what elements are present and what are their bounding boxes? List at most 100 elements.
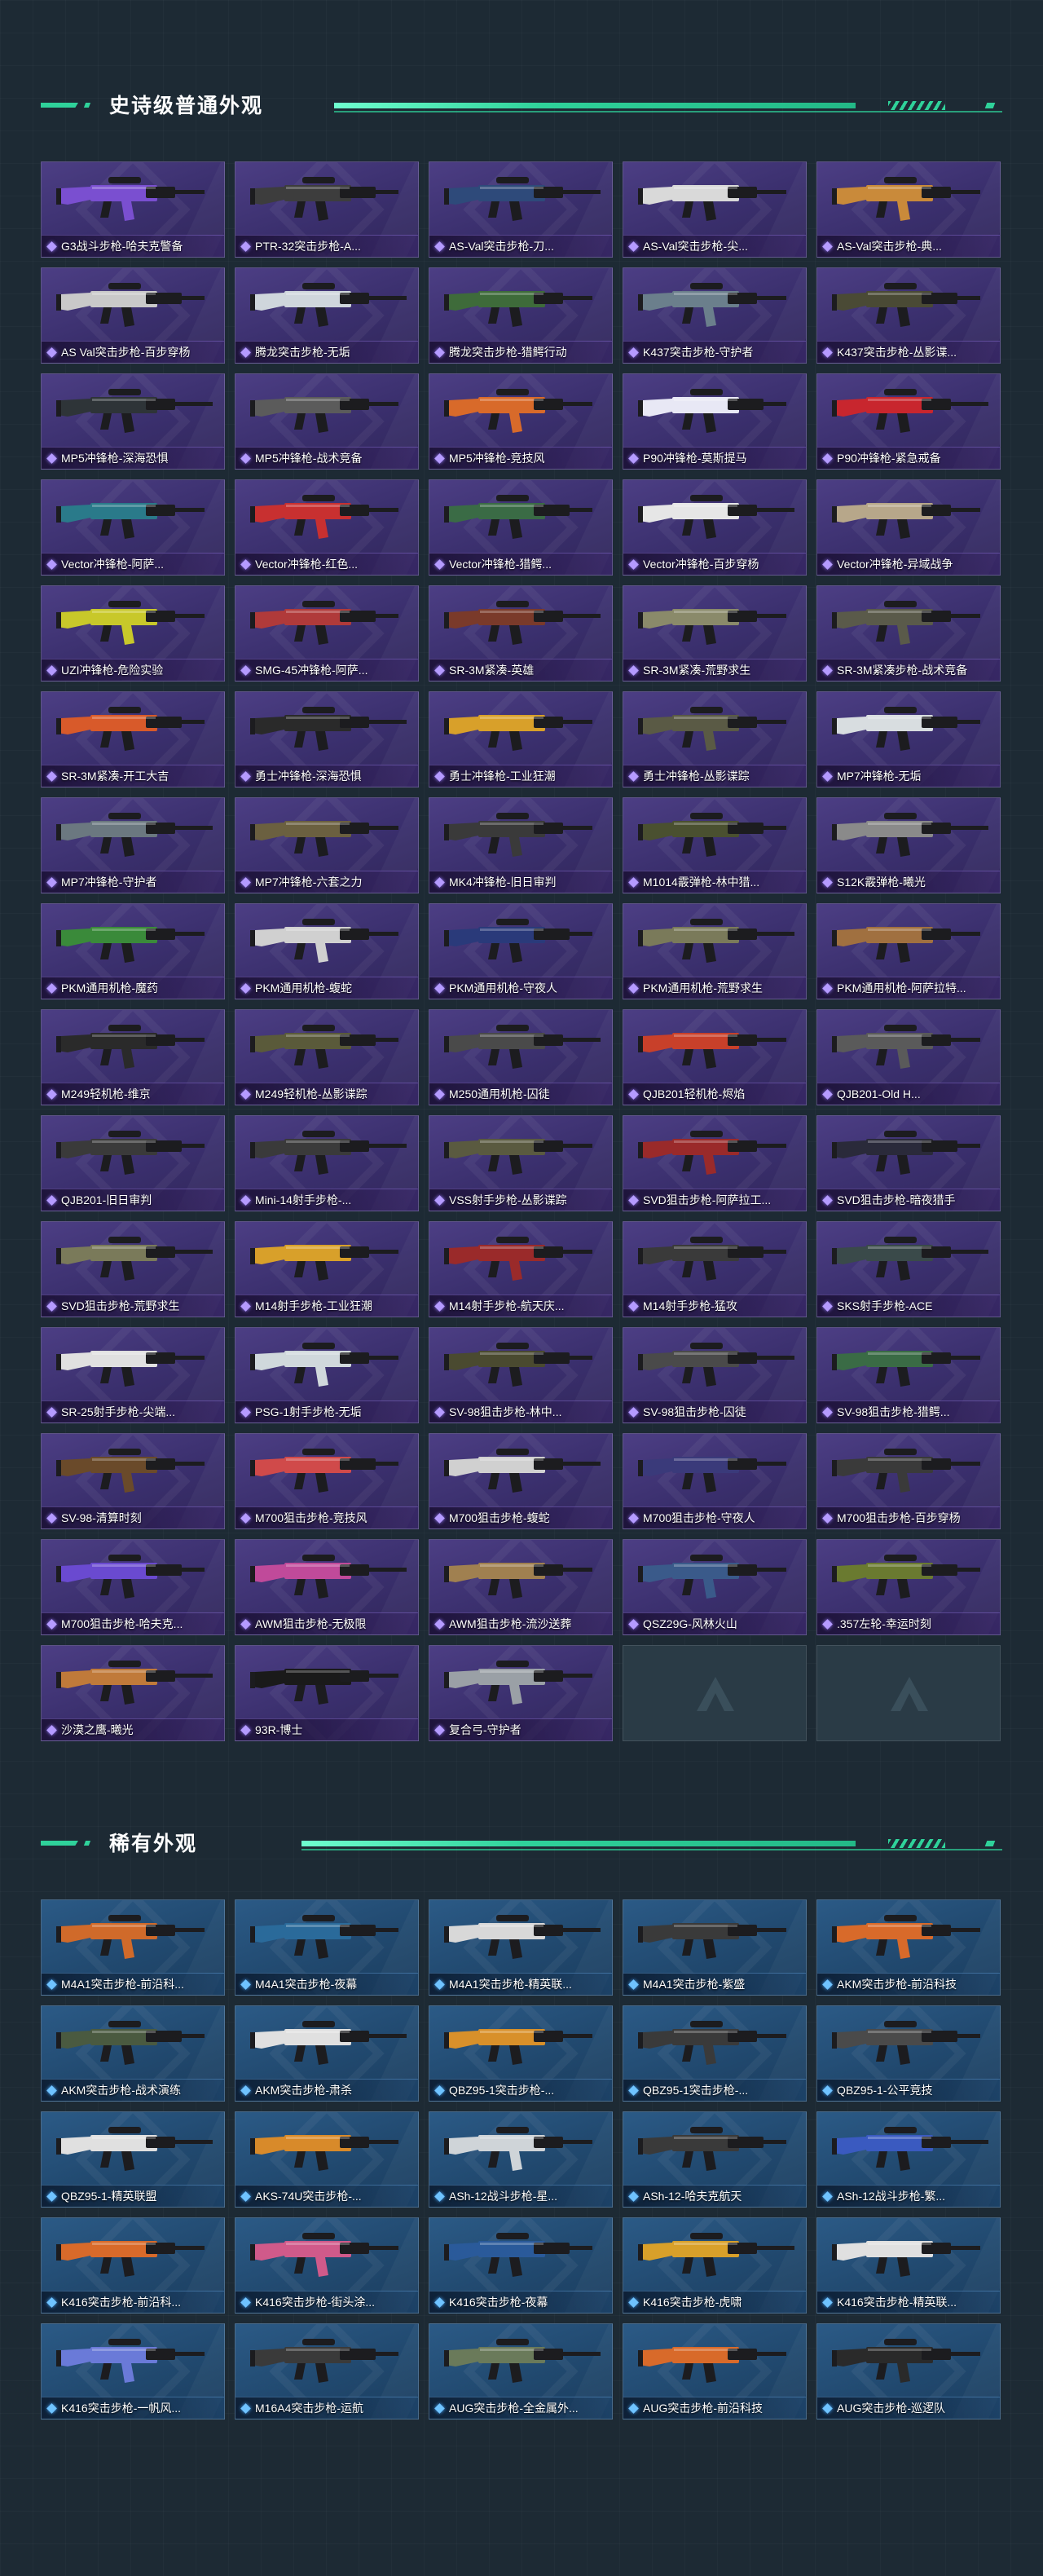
skin-card[interactable]: SV-98狙击步枪-囚徒 bbox=[623, 1327, 807, 1423]
header-stripes bbox=[888, 1839, 945, 1848]
skin-card[interactable]: P90冲锋枪-莫斯提马 bbox=[623, 373, 807, 470]
skin-card[interactable]: MP5冲锋枪-竞技风 bbox=[429, 373, 613, 470]
skin-card[interactable]: K416突击步枪-一帆风... bbox=[41, 2323, 225, 2419]
skin-card[interactable]: MK4冲锋枪-旧日审判 bbox=[429, 797, 613, 893]
skin-card[interactable]: AKM突击步枪-战术演练 bbox=[41, 2005, 225, 2102]
skin-card[interactable]: SR-3M紧凑-开工大吉 bbox=[41, 691, 225, 787]
skin-card[interactable]: Vector冲锋枪-猎鳄... bbox=[429, 479, 613, 576]
skin-card[interactable]: Vector冲锋枪-红色... bbox=[235, 479, 419, 576]
skin-card[interactable]: M700狙击步枪-竞技风 bbox=[235, 1433, 419, 1529]
skin-card[interactable]: M700狙击步枪-守夜人 bbox=[623, 1433, 807, 1529]
skin-card[interactable]: K416突击步枪-虎啸 bbox=[623, 2217, 807, 2314]
skin-card[interactable]: Vector冲锋枪-阿萨... bbox=[41, 479, 225, 576]
skin-card[interactable]: K416突击步枪-精英联... bbox=[816, 2217, 1001, 2314]
skin-card[interactable]: M249轻机枪-维京 bbox=[41, 1009, 225, 1105]
skin-card[interactable]: AWM狙击步枪-流沙送葬 bbox=[429, 1539, 613, 1635]
skin-card[interactable]: 腾龙突击步枪-无垢 bbox=[235, 267, 419, 364]
skin-card[interactable]: AUG突击步枪-全金属外... bbox=[429, 2323, 613, 2419]
skin-card[interactable]: M1014霰弹枪-林中猎... bbox=[623, 797, 807, 893]
skin-card[interactable]: SV-98狙击步枪-林中... bbox=[429, 1327, 613, 1423]
skin-card[interactable]: PKM通用机枪-魔药 bbox=[41, 903, 225, 999]
skin-card[interactable]: M4A1突击步枪-紫盛 bbox=[623, 1899, 807, 1996]
skin-card[interactable]: AS-Val突击步枪-典... bbox=[816, 161, 1001, 258]
skin-card[interactable]: QBZ95-1突击步枪-... bbox=[429, 2005, 613, 2102]
skin-card[interactable]: 93R-博士 bbox=[235, 1645, 419, 1741]
skin-card[interactable]: PTR-32突击步枪-A... bbox=[235, 161, 419, 258]
skin-card[interactable]: AS-Val突击步枪-尖... bbox=[623, 161, 807, 258]
skin-card[interactable]: ASh-12战斗步枪-繁... bbox=[816, 2111, 1001, 2208]
skin-card[interactable]: PSG-1射手步枪-无垢 bbox=[235, 1327, 419, 1423]
skin-card[interactable]: M14射手步枪-猛攻 bbox=[623, 1221, 807, 1317]
skin-card[interactable]: M14射手步枪-航天庆... bbox=[429, 1221, 613, 1317]
skin-card[interactable]: QJB201-Old H... bbox=[816, 1009, 1001, 1105]
weapon-image bbox=[250, 1025, 398, 1069]
skin-card[interactable]: AKS-74U突击步枪-... bbox=[235, 2111, 419, 2208]
skin-card[interactable]: .357左轮-幸运时刻 bbox=[816, 1539, 1001, 1635]
skin-card[interactable]: PKM通用机枪-蝮蛇 bbox=[235, 903, 419, 999]
skin-card[interactable]: SVD狙击步枪-阿萨拉工... bbox=[623, 1115, 807, 1211]
skin-card[interactable]: VSS射手步枪-丛影谍踪 bbox=[429, 1115, 613, 1211]
skin-card[interactable]: QJB201-旧日审判 bbox=[41, 1115, 225, 1211]
skin-card[interactable]: M700狙击步枪-蝮蛇 bbox=[429, 1433, 613, 1529]
skin-card[interactable]: AKM突击步枪-前沿科技 bbox=[816, 1899, 1001, 1996]
skin-card[interactable]: M700狙击步枪-哈夫克... bbox=[41, 1539, 225, 1635]
skin-card[interactable]: 腾龙突击步枪-猎鳄行动 bbox=[429, 267, 613, 364]
skin-card[interactable]: PKM通用机枪-荒野求生 bbox=[623, 903, 807, 999]
skin-card[interactable]: SVD狙击步枪-荒野求生 bbox=[41, 1221, 225, 1317]
skin-card[interactable]: 勇士冲锋枪-深海恐惧 bbox=[235, 691, 419, 787]
skin-card[interactable]: M4A1突击步枪-前沿科... bbox=[41, 1899, 225, 1996]
skin-card[interactable]: QBZ95-1-精英联盟 bbox=[41, 2111, 225, 2208]
skin-card[interactable]: SR-3M紧凑-荒野求生 bbox=[623, 585, 807, 681]
skin-card[interactable]: SV-98狙击步枪-猎鳄... bbox=[816, 1327, 1001, 1423]
skin-card[interactable]: SR-25射手步枪-尖端... bbox=[41, 1327, 225, 1423]
skin-card[interactable]: QJB201轻机枪-烬焰 bbox=[623, 1009, 807, 1105]
skin-card[interactable]: Vector冲锋枪-异域战争 bbox=[816, 479, 1001, 576]
skin-card[interactable]: K416突击步枪-街头涂... bbox=[235, 2217, 419, 2314]
skin-card[interactable]: K416突击步枪-夜幕 bbox=[429, 2217, 613, 2314]
skin-card[interactable]: M14射手步枪-工业狂潮 bbox=[235, 1221, 419, 1317]
skin-card[interactable]: QBZ95-1突击步枪-... bbox=[623, 2005, 807, 2102]
skin-card[interactable]: S12K霰弹枪-曦光 bbox=[816, 797, 1001, 893]
skin-card[interactable]: ASh-12战斗步枪-星... bbox=[429, 2111, 613, 2208]
skin-card[interactable]: 勇士冲锋枪-工业狂潮 bbox=[429, 691, 613, 787]
skin-card[interactable]: UZI冲锋枪-危险实验 bbox=[41, 585, 225, 681]
skin-card[interactable]: MP7冲锋枪-无垢 bbox=[816, 691, 1001, 787]
skin-card[interactable]: SV-98-清算时刻 bbox=[41, 1433, 225, 1529]
skin-card[interactable]: 复合弓-守护者 bbox=[429, 1645, 613, 1741]
skin-card[interactable]: MP5冲锋枪-战术竞备 bbox=[235, 373, 419, 470]
skin-card[interactable]: SMG-45冲锋枪-阿萨... bbox=[235, 585, 419, 681]
skin-card[interactable]: 勇士冲锋枪-丛影谍踪 bbox=[623, 691, 807, 787]
skin-card[interactable]: Vector冲锋枪-百步穿杨 bbox=[623, 479, 807, 576]
skin-card[interactable]: M700狙击步枪-百步穿杨 bbox=[816, 1433, 1001, 1529]
skin-card[interactable]: AKM突击步枪-肃杀 bbox=[235, 2005, 419, 2102]
skin-card[interactable]: PKM通用机枪-守夜人 bbox=[429, 903, 613, 999]
skin-card[interactable]: G3战斗步枪-哈夫克警备 bbox=[41, 161, 225, 258]
skin-card[interactable]: M16A4突击步枪-运航 bbox=[235, 2323, 419, 2419]
skin-card[interactable]: SVD狙击步枪-暗夜猎手 bbox=[816, 1115, 1001, 1211]
skin-card[interactable]: AUG突击步枪-前沿科技 bbox=[623, 2323, 807, 2419]
skin-card[interactable]: AUG突击步枪-巡逻队 bbox=[816, 2323, 1001, 2419]
skin-card[interactable]: K437突击步枪-守护者 bbox=[623, 267, 807, 364]
skin-card[interactable]: MP7冲锋枪-六套之力 bbox=[235, 797, 419, 893]
skin-card[interactable]: PKM通用机枪-阿萨拉特... bbox=[816, 903, 1001, 999]
skin-card[interactable]: SR-3M紧凑步枪-战术竞备 bbox=[816, 585, 1001, 681]
skin-card[interactable]: AS-Val突击步枪-刀... bbox=[429, 161, 613, 258]
skin-card[interactable]: MP7冲锋枪-守护者 bbox=[41, 797, 225, 893]
skin-card[interactable]: P90冲锋枪-紧急戒备 bbox=[816, 373, 1001, 470]
skin-card[interactable]: K437突击步枪-丛影谍... bbox=[816, 267, 1001, 364]
skin-card[interactable]: QBZ95-1-公平竞技 bbox=[816, 2005, 1001, 2102]
skin-card[interactable]: QSZ29G-风林火山 bbox=[623, 1539, 807, 1635]
skin-card[interactable]: AS Val突击步枪-百步穿杨 bbox=[41, 267, 225, 364]
skin-card[interactable]: K416突击步枪-前沿科... bbox=[41, 2217, 225, 2314]
skin-card[interactable]: AWM狙击步枪-无极限 bbox=[235, 1539, 419, 1635]
skin-card[interactable]: MP5冲锋枪-深海恐惧 bbox=[41, 373, 225, 470]
skin-card[interactable]: ASh-12-哈夫克航天 bbox=[623, 2111, 807, 2208]
skin-card[interactable]: M250通用机枪-囚徒 bbox=[429, 1009, 613, 1105]
skin-card[interactable]: M4A1突击步枪-夜幕 bbox=[235, 1899, 419, 1996]
skin-card[interactable]: SR-3M紧凑-英雄 bbox=[429, 585, 613, 681]
skin-card[interactable]: M249轻机枪-丛影谍踪 bbox=[235, 1009, 419, 1105]
skin-card[interactable]: SKS射手步枪-ACE bbox=[816, 1221, 1001, 1317]
skin-card[interactable]: 沙漠之鹰-曦光 bbox=[41, 1645, 225, 1741]
skin-card[interactable]: Mini-14射手步枪-... bbox=[235, 1115, 419, 1211]
skin-card[interactable]: M4A1突击步枪-精英联... bbox=[429, 1899, 613, 1996]
